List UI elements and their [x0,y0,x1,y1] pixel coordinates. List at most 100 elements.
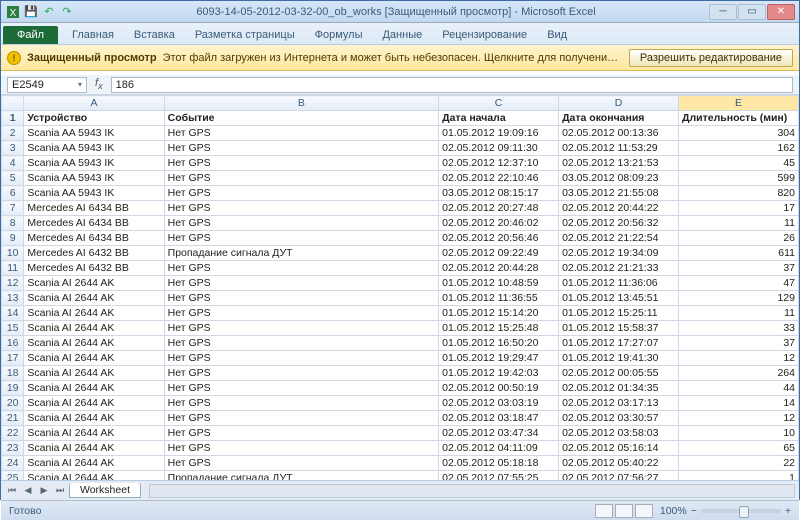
tab-view[interactable]: Вид [537,26,577,44]
cell[interactable]: Mercedes AI 6432 BB [24,246,164,261]
cell[interactable]: 02.05.2012 07:55:25 [439,471,559,481]
cell[interactable]: 17 [679,201,799,216]
cell[interactable]: 01.05.2012 11:36:55 [439,291,559,306]
cell[interactable]: 02.05.2012 11:53:29 [559,141,679,156]
cell[interactable]: 02.05.2012 03:03:19 [439,396,559,411]
cell[interactable]: 02.05.2012 20:56:32 [559,216,679,231]
cell[interactable]: Нет GPS [164,171,438,186]
cell[interactable]: 01.05.2012 15:25:48 [439,321,559,336]
cell[interactable]: Нет GPS [164,321,438,336]
row-header[interactable]: 9 [2,231,24,246]
horizontal-scrollbar[interactable] [149,484,795,498]
cell[interactable]: Нет GPS [164,291,438,306]
cell[interactable]: 02.05.2012 20:44:28 [439,261,559,276]
col-header-b[interactable]: B [164,96,438,111]
cell[interactable]: Mercedes AI 6434 BB [24,231,164,246]
row-header[interactable]: 24 [2,456,24,471]
cell[interactable]: 02.05.2012 22:10:46 [439,171,559,186]
cell[interactable]: Нет GPS [164,156,438,171]
cell[interactable]: Mercedes AI 6432 BB [24,261,164,276]
tab-review[interactable]: Рецензирование [432,26,537,44]
cell[interactable]: 02.05.2012 00:50:19 [439,381,559,396]
cell[interactable]: Scania AI 2644 AK [24,321,164,336]
cell[interactable]: 129 [679,291,799,306]
cell[interactable]: 02.05.2012 03:58:03 [559,426,679,441]
row-header[interactable]: 10 [2,246,24,261]
cell[interactable]: 611 [679,246,799,261]
cell[interactable]: 12 [679,351,799,366]
tab-data[interactable]: Данные [372,26,432,44]
cell[interactable]: 03.05.2012 08:09:23 [559,171,679,186]
cell[interactable]: 02.05.2012 00:05:55 [559,366,679,381]
cell[interactable]: Scania AI 2644 AK [24,276,164,291]
cell[interactable]: Scania AI 2644 AK [24,291,164,306]
zoom-slider[interactable] [701,509,781,513]
cell[interactable]: 37 [679,336,799,351]
row-header[interactable]: 5 [2,171,24,186]
cell[interactable]: 02.05.2012 03:30:57 [559,411,679,426]
close-button[interactable]: ✕ [767,4,795,20]
cell[interactable]: Scania AI 2644 AK [24,396,164,411]
row-header[interactable]: 13 [2,291,24,306]
cell[interactable]: Нет GPS [164,231,438,246]
row-header[interactable]: 25 [2,471,24,481]
cell[interactable]: 02.05.2012 09:22:49 [439,246,559,261]
row-header[interactable]: 16 [2,336,24,351]
cell[interactable]: Устройство [24,111,164,126]
cell[interactable]: Scania AI 2644 AK [24,381,164,396]
cell[interactable]: Нет GPS [164,336,438,351]
cell[interactable]: Нет GPS [164,186,438,201]
row-header[interactable]: 3 [2,141,24,156]
enable-editing-button[interactable]: Разрешить редактирование [629,49,793,67]
cell[interactable]: Нет GPS [164,141,438,156]
cell[interactable]: Нет GPS [164,411,438,426]
zoom-in-icon[interactable]: + [785,505,791,517]
cell[interactable]: Событие [164,111,438,126]
row-header[interactable]: 18 [2,366,24,381]
next-sheet-icon[interactable]: ▶ [37,484,51,498]
cell[interactable]: 01.05.2012 19:42:03 [439,366,559,381]
row-header[interactable]: 22 [2,426,24,441]
page-break-view-button[interactable] [635,504,653,518]
row-header[interactable]: 17 [2,351,24,366]
first-sheet-icon[interactable]: ⏮ [5,484,19,498]
cell[interactable]: 02.05.2012 05:18:18 [439,456,559,471]
row-header[interactable]: 4 [2,156,24,171]
tab-page-layout[interactable]: Разметка страницы [185,26,305,44]
cell[interactable]: Нет GPS [164,306,438,321]
tab-home[interactable]: Главная [62,26,124,44]
normal-view-button[interactable] [595,504,613,518]
cell[interactable]: Пропадание сигнала ДУТ [164,246,438,261]
chevron-down-icon[interactable]: ▾ [78,80,82,89]
cell[interactable]: Нет GPS [164,351,438,366]
fx-icon[interactable]: fx [91,77,107,91]
cell[interactable]: 02.05.2012 09:11:30 [439,141,559,156]
cell[interactable]: 01.05.2012 15:58:37 [559,321,679,336]
cell[interactable]: Нет GPS [164,441,438,456]
cell[interactable]: Нет GPS [164,261,438,276]
row-header[interactable]: 21 [2,411,24,426]
cell[interactable]: Нет GPS [164,276,438,291]
cell[interactable]: Scania AA 5943 IK [24,171,164,186]
cell[interactable]: 02.05.2012 19:34:09 [559,246,679,261]
row-header[interactable]: 2 [2,126,24,141]
file-tab[interactable]: Файл [3,26,58,44]
col-header-e[interactable]: E [679,96,799,111]
cell[interactable]: 02.05.2012 20:44:22 [559,201,679,216]
zoom-level[interactable]: 100% [660,505,687,517]
cell[interactable]: 02.05.2012 12:37:10 [439,156,559,171]
row-header[interactable]: 23 [2,441,24,456]
row-header[interactable]: 12 [2,276,24,291]
cell[interactable]: Scania AI 2644 AK [24,441,164,456]
cell[interactable]: Scania AI 2644 AK [24,426,164,441]
cell[interactable]: 02.05.2012 20:27:48 [439,201,559,216]
cell[interactable]: 02.05.2012 05:16:14 [559,441,679,456]
cell[interactable]: Нет GPS [164,396,438,411]
cell[interactable]: 02.05.2012 21:22:54 [559,231,679,246]
cell[interactable]: Нет GPS [164,426,438,441]
cell[interactable]: 02.05.2012 04:11:09 [439,441,559,456]
cell[interactable]: Scania AA 5943 IK [24,126,164,141]
cell[interactable]: Дата начала [439,111,559,126]
col-header-c[interactable]: C [439,96,559,111]
col-header-d[interactable]: D [559,96,679,111]
